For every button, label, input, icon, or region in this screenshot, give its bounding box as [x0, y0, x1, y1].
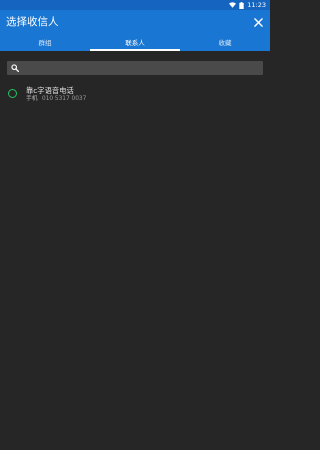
tab-bar: 群组 联系人 收藏 [0, 36, 270, 51]
contact-select-radio[interactable] [8, 89, 17, 98]
tab-contacts[interactable]: 联系人 [90, 36, 180, 51]
status-bar: 11:23 [0, 0, 270, 10]
tab-favorites[interactable]: 收藏 [180, 36, 270, 51]
close-button[interactable] [251, 15, 265, 29]
app-bar: 选择收信人 [0, 10, 270, 36]
battery-icon [239, 1, 244, 9]
contact-phone-number: 010 5317 0037 [42, 96, 87, 102]
contact-name: 靠c字语音电话 [26, 86, 74, 95]
tab-groups[interactable]: 群组 [0, 36, 90, 51]
wifi-icon [229, 2, 237, 8]
contact-item[interactable]: 靠c字语音电话 手机 010 5317 0037 [0, 84, 270, 106]
contact-phone-type: 手机 [26, 96, 38, 102]
search-input[interactable] [19, 62, 263, 74]
status-indicators: 11:23 [229, 0, 266, 10]
close-icon [253, 17, 263, 27]
search-bar[interactable] [7, 61, 263, 75]
page-title: 选择收信人 [6, 16, 59, 28]
status-time: 11:23 [247, 1, 266, 9]
search-icon [11, 64, 19, 72]
